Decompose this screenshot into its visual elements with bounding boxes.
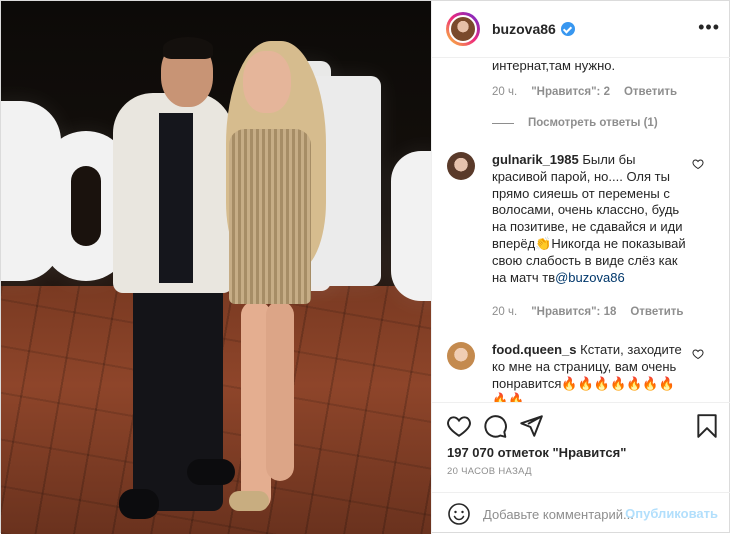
comment-heart-icon[interactable] bbox=[692, 348, 704, 360]
comment-text-tail: интернат,там нужно. bbox=[492, 58, 616, 73]
photo-man-hair bbox=[163, 37, 213, 59]
comment-heart-icon[interactable] bbox=[692, 158, 704, 170]
share-icon[interactable] bbox=[518, 413, 544, 439]
verified-badge-icon bbox=[560, 22, 575, 36]
author-avatar-image bbox=[449, 15, 477, 43]
comment-meta: 20 ч. "Нравится": 2 Ответить bbox=[492, 86, 677, 98]
likes-count[interactable]: 197 070 отметок "Нравится" bbox=[447, 445, 626, 460]
view-replies-label: Посмотреть ответы (1) bbox=[528, 117, 658, 129]
comments-list[interactable]: интернат,там нужно. 20 ч. "Нравится": 2 … bbox=[432, 58, 730, 402]
photo-man-shirt bbox=[159, 113, 193, 283]
photo-man-shoe bbox=[187, 459, 235, 485]
comment-text: Были бы красивой парой, но.... Оля ты пр… bbox=[492, 152, 686, 285]
photo-woman-leg bbox=[266, 301, 294, 481]
reply-button[interactable]: Ответить bbox=[624, 86, 677, 98]
comment-input[interactable] bbox=[483, 503, 633, 525]
comment-body: gulnarik_1985 Были бы красивой парой, но… bbox=[492, 152, 688, 286]
comment-body: food.queen_s Кстати, заходите ко мне на … bbox=[492, 342, 688, 402]
author-username[interactable]: buzova86 bbox=[492, 21, 556, 37]
comment-like-count[interactable]: "Нравится": 2 bbox=[531, 86, 610, 98]
commenter-username[interactable]: food.queen_s bbox=[492, 342, 577, 357]
bookmark-icon[interactable] bbox=[694, 413, 720, 439]
comment-icon[interactable] bbox=[482, 413, 508, 439]
view-replies-button[interactable]: Посмотреть ответы (1) bbox=[492, 117, 658, 129]
photo-man-shoe bbox=[119, 489, 159, 519]
commenter-username[interactable]: gulnarik_1985 bbox=[492, 152, 579, 167]
post-actions: 197 070 отметок "Нравится" 20 ЧАСОВ НАЗА… bbox=[432, 402, 730, 492]
more-options-icon[interactable]: ••• bbox=[698, 17, 720, 38]
post-photo[interactable] bbox=[1, 1, 431, 534]
replies-dash bbox=[492, 122, 514, 124]
comment-time[interactable]: 20 ч. bbox=[492, 306, 517, 318]
comment-like-count[interactable]: "Нравится": 18 bbox=[531, 306, 616, 318]
add-comment-bar: Опубликовать bbox=[432, 492, 730, 534]
post-time[interactable]: 20 ЧАСОВ НАЗАД bbox=[447, 466, 532, 477]
heart-icon[interactable] bbox=[446, 413, 472, 439]
photo-woman-shoe bbox=[229, 491, 269, 511]
commenter-avatar[interactable] bbox=[447, 342, 475, 370]
comment-meta: 20 ч. "Нравится": 18 Ответить bbox=[492, 306, 684, 318]
comment-mention[interactable]: @buzova86 bbox=[555, 270, 625, 285]
commenter-avatar[interactable] bbox=[447, 152, 475, 180]
photo-woman-dress bbox=[229, 129, 311, 304]
post-header: buzova86 ••• bbox=[432, 1, 730, 58]
author-avatar[interactable] bbox=[446, 12, 480, 46]
photo-letter-o2 bbox=[391, 151, 431, 301]
post-side-panel: buzova86 ••• интернат,там нужно. 20 ч. "… bbox=[431, 1, 730, 534]
instagram-post: buzova86 ••• интернат,там нужно. 20 ч. "… bbox=[0, 0, 730, 534]
publish-button[interactable]: Опубликовать bbox=[625, 506, 718, 521]
photo-woman-head bbox=[243, 51, 291, 113]
emoji-icon[interactable] bbox=[447, 502, 471, 526]
reply-button[interactable]: Ответить bbox=[630, 306, 683, 318]
comment-time[interactable]: 20 ч. bbox=[492, 86, 517, 98]
